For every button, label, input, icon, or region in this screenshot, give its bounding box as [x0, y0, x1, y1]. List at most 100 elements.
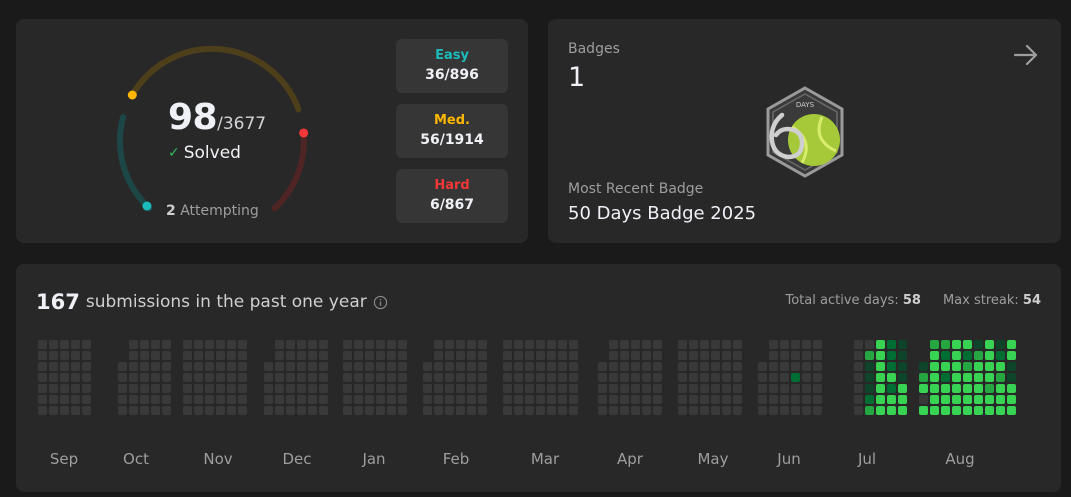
heatmap-cell[interactable]	[898, 373, 907, 382]
heatmap-cell[interactable]	[445, 384, 454, 393]
heatmap-cell[interactable]	[376, 362, 385, 371]
heatmap-cell[interactable]	[151, 351, 160, 360]
heatmap-cell[interactable]	[467, 351, 476, 360]
heatmap-cell[interactable]	[780, 362, 789, 371]
heatmap-cell[interactable]	[547, 406, 556, 415]
heatmap-cell[interactable]	[689, 351, 698, 360]
heatmap-cell[interactable]	[930, 395, 939, 404]
heatmap-cell[interactable]	[547, 340, 556, 349]
heatmap-cell[interactable]	[183, 406, 192, 415]
heatmap-cell[interactable]	[689, 340, 698, 349]
heatmap-cell[interactable]	[930, 373, 939, 382]
heatmap-cell[interactable]	[162, 406, 171, 415]
heatmap-cell[interactable]	[275, 362, 284, 371]
heatmap-cell[interactable]	[865, 351, 874, 360]
heatmap-cell[interactable]	[653, 351, 662, 360]
heatmap-cell[interactable]	[162, 373, 171, 382]
heatmap-cell[interactable]	[308, 395, 317, 404]
heatmap-cell[interactable]	[930, 340, 939, 349]
heatmap-cell[interactable]	[227, 351, 236, 360]
heatmap-cell[interactable]	[813, 384, 822, 393]
heatmap-cell[interactable]	[620, 351, 629, 360]
heatmap-cell[interactable]	[376, 373, 385, 382]
heatmap-cell[interactable]	[434, 340, 443, 349]
heatmap-cell[interactable]	[238, 384, 247, 393]
heatmap-cell[interactable]	[919, 373, 928, 382]
heatmap-cell[interactable]	[711, 362, 720, 371]
heatmap-cell[interactable]	[478, 340, 487, 349]
heatmap-cell[interactable]	[205, 384, 214, 393]
heatmap-cell[interactable]	[722, 362, 731, 371]
heatmap-cell[interactable]	[387, 340, 396, 349]
heatmap-cell[interactable]	[813, 362, 822, 371]
heatmap-cell[interactable]	[711, 384, 720, 393]
heatmap-cell[interactable]	[813, 351, 822, 360]
heatmap-cell[interactable]	[183, 340, 192, 349]
heatmap-cell[interactable]	[467, 373, 476, 382]
heatmap-cell[interactable]	[653, 373, 662, 382]
heatmap-cell[interactable]	[854, 351, 863, 360]
heatmap-cell[interactable]	[813, 395, 822, 404]
heatmap-cell[interactable]	[700, 362, 709, 371]
heatmap-cell[interactable]	[780, 351, 789, 360]
heatmap-cell[interactable]	[297, 340, 306, 349]
heatmap-cell[interactable]	[941, 406, 950, 415]
heatmap-cell[interactable]	[286, 395, 295, 404]
heatmap-cell[interactable]	[865, 362, 874, 371]
heatmap-cell[interactable]	[275, 395, 284, 404]
heatmap-cell[interactable]	[343, 373, 352, 382]
heatmap-cell[interactable]	[558, 384, 567, 393]
heatmap-cell[interactable]	[205, 406, 214, 415]
heatmap-cell[interactable]	[1007, 351, 1016, 360]
heatmap-cell[interactable]	[598, 384, 607, 393]
heatmap-cell[interactable]	[802, 406, 811, 415]
heatmap-cell[interactable]	[854, 384, 863, 393]
difficulty-hard[interactable]: Hard 6/867	[396, 169, 508, 223]
heatmap-cell[interactable]	[547, 384, 556, 393]
heatmap-cell[interactable]	[423, 406, 432, 415]
heatmap-cell[interactable]	[319, 395, 328, 404]
heatmap-cell[interactable]	[227, 373, 236, 382]
badges-card[interactable]: Badges 1 DAYS Most Recent Badge 50 Days …	[548, 19, 1061, 243]
heatmap-cell[interactable]	[876, 351, 885, 360]
heatmap-cell[interactable]	[183, 373, 192, 382]
heatmap-cell[interactable]	[941, 395, 950, 404]
heatmap-cell[interactable]	[140, 351, 149, 360]
heatmap-cell[interactable]	[38, 406, 47, 415]
heatmap-cell[interactable]	[118, 373, 127, 382]
heatmap-cell[interactable]	[930, 351, 939, 360]
heatmap-cell[interactable]	[678, 340, 687, 349]
heatmap-cell[interactable]	[700, 340, 709, 349]
heatmap-cell[interactable]	[60, 362, 69, 371]
heatmap-cell[interactable]	[711, 340, 720, 349]
heatmap-cell[interactable]	[467, 362, 476, 371]
heatmap-cell[interactable]	[354, 384, 363, 393]
heatmap-cell[interactable]	[876, 362, 885, 371]
heatmap-cell[interactable]	[82, 373, 91, 382]
heatmap-cell[interactable]	[547, 351, 556, 360]
heatmap-cell[interactable]	[183, 362, 192, 371]
heatmap-cell[interactable]	[569, 395, 578, 404]
heatmap-cell[interactable]	[227, 362, 236, 371]
heatmap-cell[interactable]	[227, 340, 236, 349]
heatmap-cell[interactable]	[434, 406, 443, 415]
heatmap-cell[interactable]	[514, 362, 523, 371]
heatmap-cell[interactable]	[758, 406, 767, 415]
heatmap-cell[interactable]	[456, 351, 465, 360]
heatmap-cell[interactable]	[525, 406, 534, 415]
heatmap-cell[interactable]	[642, 340, 651, 349]
heatmap-cell[interactable]	[297, 362, 306, 371]
heatmap-cell[interactable]	[996, 351, 1005, 360]
heatmap-cell[interactable]	[996, 406, 1005, 415]
heatmap-cell[interactable]	[503, 340, 512, 349]
heatmap-cell[interactable]	[376, 384, 385, 393]
heatmap-cell[interactable]	[194, 384, 203, 393]
heatmap-cell[interactable]	[478, 351, 487, 360]
heatmap-cell[interactable]	[854, 373, 863, 382]
heatmap-cell[interactable]	[343, 406, 352, 415]
heatmap-cell[interactable]	[722, 395, 731, 404]
heatmap-cell[interactable]	[609, 384, 618, 393]
heatmap-cell[interactable]	[689, 384, 698, 393]
heatmap-cell[interactable]	[642, 384, 651, 393]
heatmap-cell[interactable]	[71, 384, 80, 393]
